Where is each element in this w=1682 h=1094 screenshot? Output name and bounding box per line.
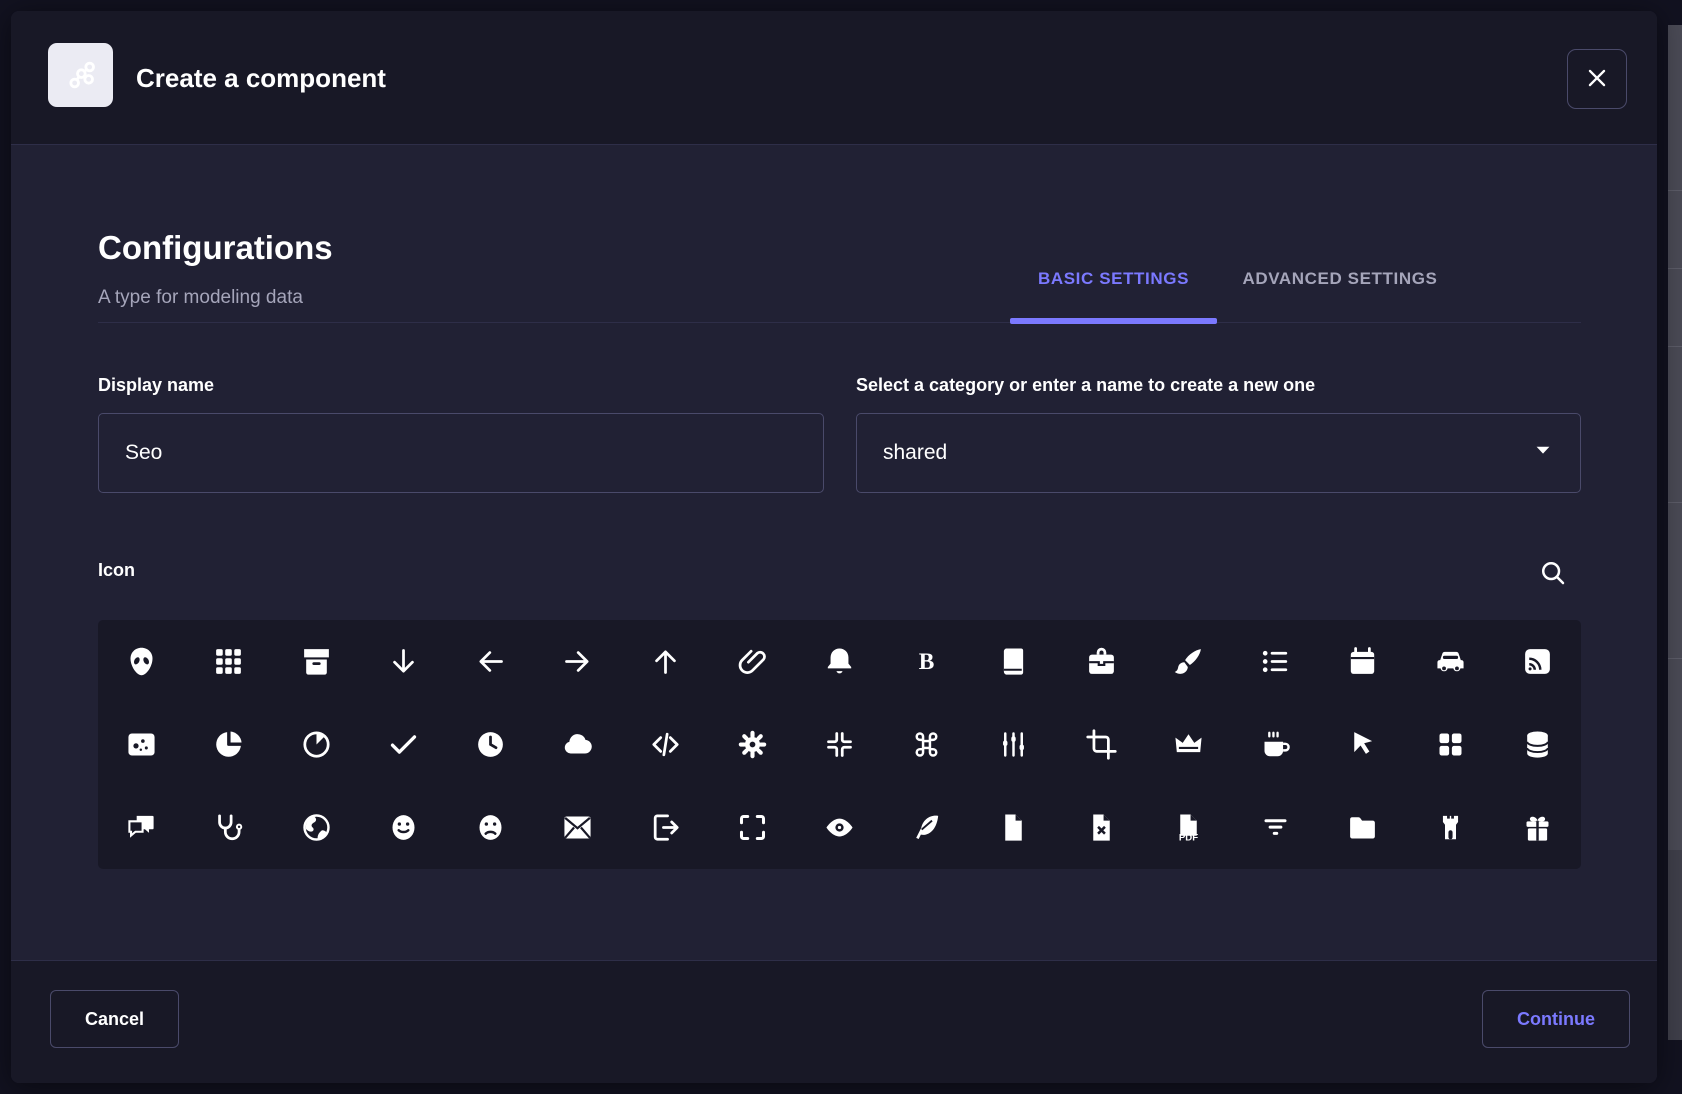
tab-basic-settings[interactable]: BASIC SETTINGS bbox=[1010, 251, 1217, 322]
file-icon[interactable] bbox=[970, 786, 1057, 869]
check-icon[interactable] bbox=[360, 703, 447, 786]
cast-icon[interactable] bbox=[1494, 620, 1581, 703]
display-name-input[interactable] bbox=[98, 413, 824, 493]
cursor-icon[interactable] bbox=[1319, 703, 1406, 786]
background-row-divider bbox=[1668, 346, 1682, 347]
continue-button[interactable]: Continue bbox=[1482, 990, 1630, 1048]
bullet-list-icon[interactable] bbox=[1232, 620, 1319, 703]
arrow-up-icon[interactable] bbox=[621, 620, 708, 703]
background-row-divider bbox=[1668, 268, 1682, 269]
arrow-left-icon[interactable] bbox=[447, 620, 534, 703]
bell-icon[interactable] bbox=[796, 620, 883, 703]
modal-header: Create a component bbox=[11, 11, 1657, 145]
filter-icon[interactable] bbox=[1232, 786, 1319, 869]
modal-footer: Cancel Continue bbox=[11, 960, 1657, 1083]
icon-search-button[interactable] bbox=[1531, 552, 1575, 596]
cup-icon[interactable] bbox=[1232, 703, 1319, 786]
background-page-strip bbox=[1668, 25, 1682, 1040]
doctor-icon[interactable] bbox=[185, 786, 272, 869]
arrow-right-icon[interactable] bbox=[534, 620, 621, 703]
chart-circle-icon[interactable] bbox=[185, 703, 272, 786]
book-icon[interactable] bbox=[970, 620, 1057, 703]
chevron-down-icon bbox=[1532, 439, 1554, 467]
exit-icon[interactable] bbox=[621, 786, 708, 869]
file-pdf-icon[interactable]: PDF bbox=[1145, 786, 1232, 869]
close-icon bbox=[1584, 65, 1610, 94]
svg-text:PDF: PDF bbox=[1179, 833, 1198, 844]
gate-icon[interactable] bbox=[1407, 786, 1494, 869]
gift-icon[interactable] bbox=[1494, 786, 1581, 869]
discuss-icon[interactable] bbox=[98, 786, 185, 869]
earth-icon[interactable] bbox=[272, 786, 359, 869]
page-subtitle: A type for modeling data bbox=[98, 287, 303, 309]
eye-icon[interactable] bbox=[796, 786, 883, 869]
folder-icon[interactable] bbox=[1319, 786, 1406, 869]
feather-icon[interactable] bbox=[883, 786, 970, 869]
crop-icon[interactable] bbox=[1058, 703, 1145, 786]
close-button[interactable] bbox=[1567, 49, 1627, 109]
alien-icon[interactable] bbox=[98, 620, 185, 703]
cancel-button[interactable]: Cancel bbox=[50, 990, 179, 1048]
attachment-icon[interactable] bbox=[709, 620, 796, 703]
clock-icon[interactable] bbox=[447, 703, 534, 786]
briefcase-icon[interactable] bbox=[1058, 620, 1145, 703]
calendar-icon[interactable] bbox=[1319, 620, 1406, 703]
envelop-icon[interactable] bbox=[534, 786, 621, 869]
page-title: Configurations bbox=[98, 229, 333, 267]
background-row-divider bbox=[1668, 502, 1682, 503]
connector-icon[interactable] bbox=[970, 703, 1057, 786]
background-row-divider bbox=[1668, 658, 1682, 659]
cog-icon[interactable] bbox=[709, 703, 796, 786]
modal-title: Create a component bbox=[136, 11, 386, 145]
file-error-icon[interactable] bbox=[1058, 786, 1145, 869]
settings-tabs: BASIC SETTINGS ADVANCED SETTINGS bbox=[1010, 251, 1463, 322]
component-icon bbox=[48, 43, 113, 107]
category-select[interactable]: shared bbox=[856, 413, 1581, 493]
collapse-icon[interactable] bbox=[796, 703, 883, 786]
crown-icon[interactable] bbox=[1145, 703, 1232, 786]
tabs-divider bbox=[98, 322, 1581, 323]
code-icon[interactable] bbox=[621, 703, 708, 786]
display-name-label: Display name bbox=[98, 375, 214, 396]
background-row-divider bbox=[1668, 850, 1682, 1040]
background-row-divider bbox=[1668, 190, 1682, 191]
category-label: Select a category or enter a name to cre… bbox=[856, 375, 1315, 396]
brush-icon[interactable] bbox=[1145, 620, 1232, 703]
emotion-unhappy-icon[interactable] bbox=[447, 786, 534, 869]
arrow-down-icon[interactable] bbox=[360, 620, 447, 703]
chart-bubble-icon[interactable] bbox=[98, 703, 185, 786]
apps-icon[interactable] bbox=[185, 620, 272, 703]
svg-text:B: B bbox=[919, 649, 935, 675]
database-icon[interactable] bbox=[1494, 703, 1581, 786]
expand-icon[interactable] bbox=[709, 786, 796, 869]
command-icon[interactable] bbox=[883, 703, 970, 786]
search-icon bbox=[1538, 558, 1568, 591]
bold-icon[interactable]: B bbox=[883, 620, 970, 703]
car-icon[interactable] bbox=[1407, 620, 1494, 703]
icon-section-label: Icon bbox=[98, 560, 135, 581]
dashboard-icon[interactable] bbox=[1407, 703, 1494, 786]
create-component-modal: Create a component Configurations A type… bbox=[11, 11, 1657, 1083]
archive-icon[interactable] bbox=[272, 620, 359, 703]
category-select-value: shared bbox=[883, 441, 947, 465]
chart-pie-icon[interactable] bbox=[272, 703, 359, 786]
emotion-happy-icon[interactable] bbox=[360, 786, 447, 869]
icon-grid: B PDF bbox=[98, 620, 1581, 869]
tab-advanced-settings[interactable]: ADVANCED SETTINGS bbox=[1217, 251, 1463, 322]
cloud-icon[interactable] bbox=[534, 703, 621, 786]
